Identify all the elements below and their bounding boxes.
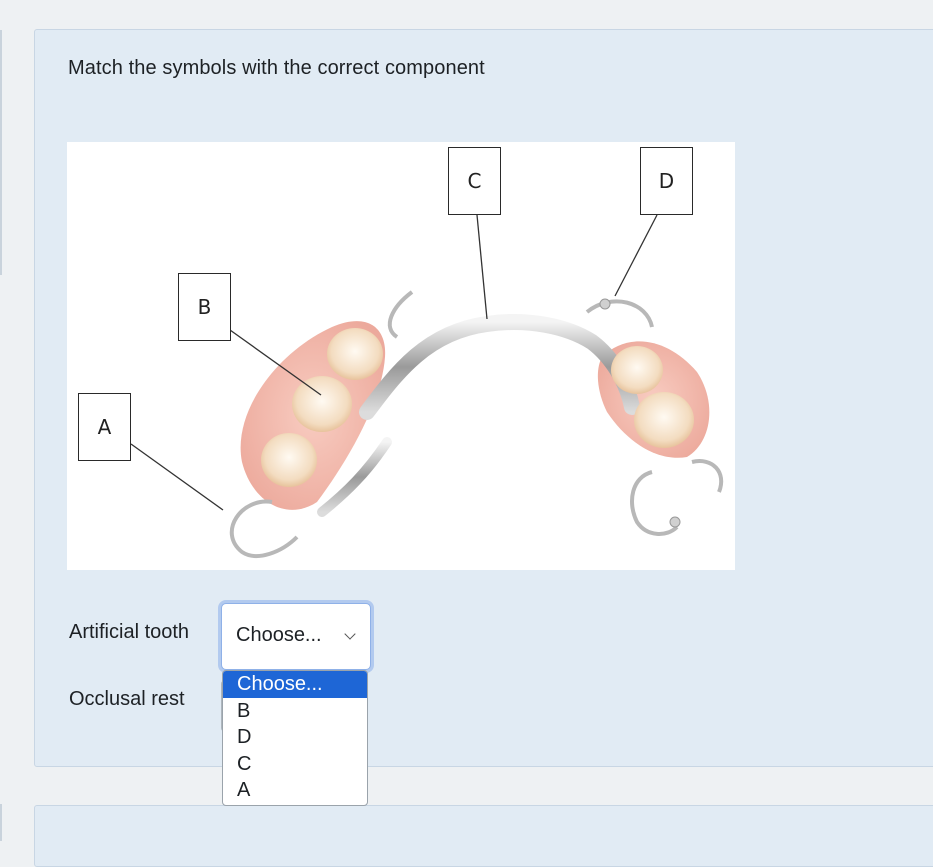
dropdown-option-d[interactable]: D [223,724,367,751]
left-rule [0,804,2,841]
leader-line-c [476,214,488,320]
leader-line-a [130,443,224,511]
left-rule [0,30,2,275]
chevron-down-icon [344,628,356,640]
dropdown-option-a[interactable]: A [223,777,367,804]
question-text: Match the symbols with the correct compo… [68,57,485,79]
next-question-card [34,805,933,867]
denture-illustration [130,214,723,558]
label-c: C [448,147,501,215]
denture-figure: A B C D [67,142,735,570]
dropdown-option-b[interactable]: B [223,698,367,725]
dropdown-option-c[interactable]: C [223,751,367,778]
label-b: B [178,273,231,341]
leader-line-d [614,214,658,297]
artificial-tooth-select[interactable]: Choose... [221,603,371,670]
label-d: D [640,147,693,215]
row-label-artificial-tooth: Artificial tooth [69,621,190,643]
label-a: A [78,393,131,461]
row-label-occlusal-rest: Occlusal rest [69,688,185,710]
select-value: Choose... [236,624,322,646]
select-dropdown-list[interactable]: Choose... B D C A [222,670,368,806]
dropdown-option-choose[interactable]: Choose... [223,671,367,698]
